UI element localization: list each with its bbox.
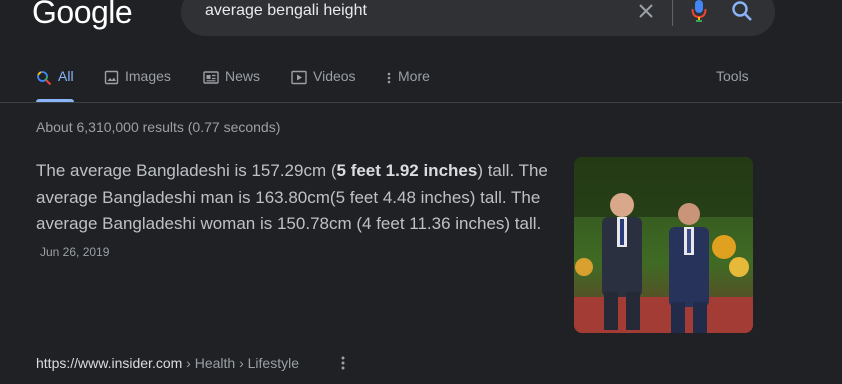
tab-all[interactable]: All <box>36 68 74 102</box>
more-options-icon[interactable] <box>336 354 350 372</box>
news-icon <box>203 71 219 84</box>
tab-label: All <box>58 68 74 84</box>
snippet-image[interactable] <box>574 157 753 333</box>
tab-news[interactable]: News <box>203 68 260 102</box>
search-input[interactable]: average bengali height <box>205 2 367 20</box>
search-tabs: All Images News Videos More Tools <box>0 62 842 103</box>
snippet-date: Jun 26, 2019 <box>40 244 110 259</box>
tools-button[interactable]: Tools <box>716 68 749 102</box>
tab-label: Images <box>125 68 171 84</box>
tools-label: Tools <box>716 68 749 84</box>
close-icon[interactable] <box>634 0 658 23</box>
video-icon <box>291 70 307 85</box>
google-logo[interactable]: Google <box>32 0 133 31</box>
result-path: › Health › Lifestyle <box>182 355 299 371</box>
search-icon <box>37 71 52 86</box>
tab-label: More <box>398 68 430 84</box>
mic-icon[interactable] <box>687 0 711 23</box>
tab-label: News <box>225 68 261 84</box>
search-divider <box>672 0 673 26</box>
featured-snippet: The average Bangladeshi is 157.29cm (5 f… <box>36 158 556 265</box>
result-stats: About 6,310,000 results (0.77 seconds) <box>36 119 281 135</box>
result-url[interactable]: https://www.insider.com › Health › Lifes… <box>36 355 299 371</box>
snippet-bold: 5 feet 1.92 inches <box>336 161 478 180</box>
search-box[interactable]: average bengali height <box>181 0 775 36</box>
tab-more[interactable]: More <box>386 68 430 102</box>
tab-label: Videos <box>313 68 356 84</box>
search-icon[interactable] <box>730 0 754 23</box>
tab-images[interactable]: Images <box>104 68 171 102</box>
image-icon <box>104 70 119 85</box>
tab-videos[interactable]: Videos <box>291 68 356 102</box>
snippet-text-before: The average Bangladeshi is 157.29cm ( <box>36 161 337 180</box>
result-domain[interactable]: https://www.insider.com <box>36 355 182 371</box>
more-vert-icon <box>387 72 391 84</box>
